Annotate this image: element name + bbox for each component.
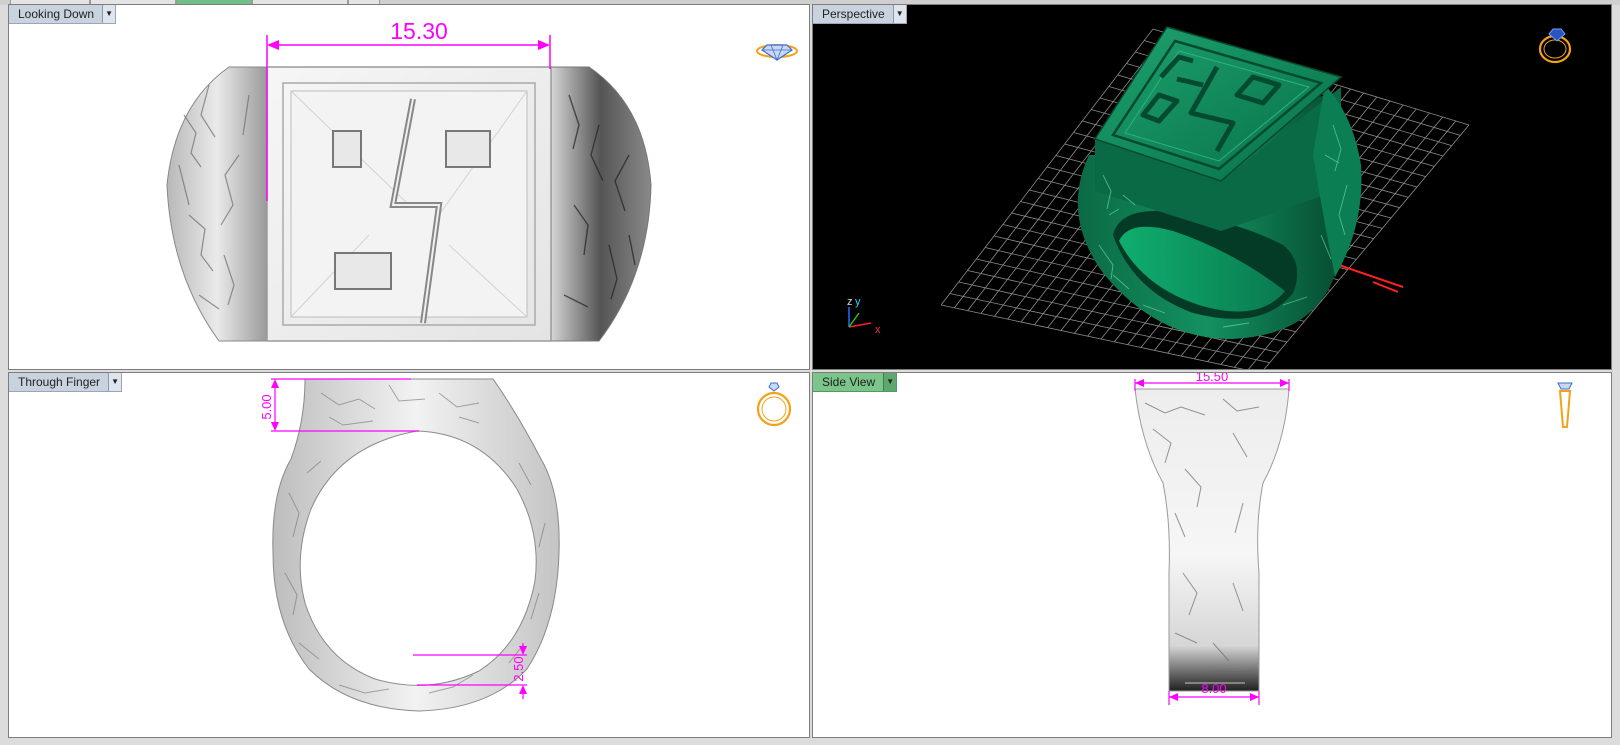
dimension-label-bottom: 8.00	[1201, 681, 1226, 696]
ring-top-view-icon[interactable]	[756, 44, 798, 62]
through-finger-scene: 5.00 2.50	[259, 378, 792, 712]
viewport-title: Through Finger	[18, 375, 101, 389]
dimension-label-bottom: 2.50	[511, 656, 526, 681]
viewport-title: Side View	[822, 375, 876, 389]
viewport-menu-dropdown[interactable]: ▼	[883, 373, 897, 391]
viewport-tab-through-finger[interactable]: Through Finger ▼	[9, 373, 123, 392]
shank-right	[549, 66, 652, 342]
viewport-title: Looking Down	[18, 7, 95, 21]
ring-side-view-icon[interactable]	[1557, 382, 1573, 428]
dimension-label-top: 15.50	[1196, 373, 1229, 384]
perspective-scene: z y x	[847, 26, 1572, 369]
viewport-tab-side-view[interactable]: Side View ▼	[813, 373, 898, 392]
dimension-label: 15.30	[390, 18, 448, 44]
side-view-scene: 15.50 8.00	[1134, 373, 1573, 705]
axis-gizmo: z y x	[847, 296, 881, 336]
viewport-menu-dropdown[interactable]: ▼	[892, 5, 906, 23]
ring-front-view-icon[interactable]	[756, 382, 792, 427]
viewport-tab-looking-down[interactable]: Looking Down ▼	[9, 5, 117, 24]
viewport-looking-down[interactable]: Looking Down ▼ 15.30	[8, 4, 810, 370]
chevron-down-icon: ▼	[111, 377, 119, 386]
viewport-side-view[interactable]: Side View ▼ 15.50 8.00	[812, 372, 1612, 738]
axis-z-label: z	[847, 296, 853, 308]
chevron-down-icon: ▼	[886, 377, 895, 386]
chevron-down-icon: ▼	[895, 9, 904, 18]
looking-down-scene: 15.30	[166, 18, 798, 342]
shank-left	[166, 66, 268, 342]
ring-side-profile	[1134, 388, 1290, 692]
viewport-menu-dropdown[interactable]: ▼	[102, 5, 116, 23]
axis-y-label: y	[855, 296, 861, 308]
viewport-tab-perspective[interactable]: Perspective ▼	[813, 5, 907, 24]
ring-perspective-icon[interactable]	[1538, 28, 1572, 64]
viewport-perspective[interactable]: Perspective ▼ z y x	[812, 4, 1612, 370]
axis-x-label: x	[875, 324, 881, 336]
viewport-menu-dropdown[interactable]: ▼	[108, 373, 122, 391]
chevron-down-icon: ▼	[105, 9, 114, 18]
dimension-label-top: 5.00	[259, 394, 274, 419]
viewport-title: Perspective	[822, 7, 885, 21]
viewport-through-finger[interactable]: Through Finger ▼ 5.00 2.50	[8, 372, 810, 738]
